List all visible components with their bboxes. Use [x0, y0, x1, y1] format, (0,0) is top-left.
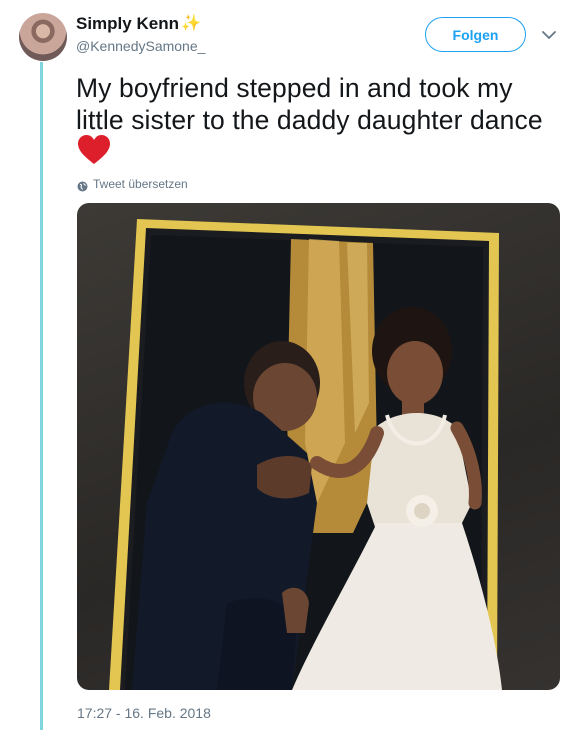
chevron-down-icon[interactable] [541, 28, 557, 40]
globe-icon [77, 179, 88, 191]
display-name[interactable]: Simply Kenn [76, 14, 179, 34]
tweet-photo[interactable] [77, 203, 560, 690]
avatar[interactable] [19, 13, 67, 61]
heart-icon [77, 134, 111, 166]
tweet-timestamp[interactable]: 17:27 - 16. Feb. 2018 [77, 705, 211, 721]
user-handle[interactable]: @KennedySamone_ [76, 38, 205, 54]
name-row: Simply Kenn ✨ [76, 14, 201, 34]
translate-tweet-link[interactable]: Tweet übersetzen [77, 177, 188, 191]
photo-illustration [109, 219, 502, 690]
follow-button[interactable]: Folgen [425, 17, 526, 52]
tweet-text: My boyfriend stepped in and took my litt… [76, 73, 543, 135]
sparkles-icon: ✨ [180, 15, 201, 32]
translate-label: Tweet übersetzen [93, 177, 188, 191]
thread-line [40, 62, 43, 730]
